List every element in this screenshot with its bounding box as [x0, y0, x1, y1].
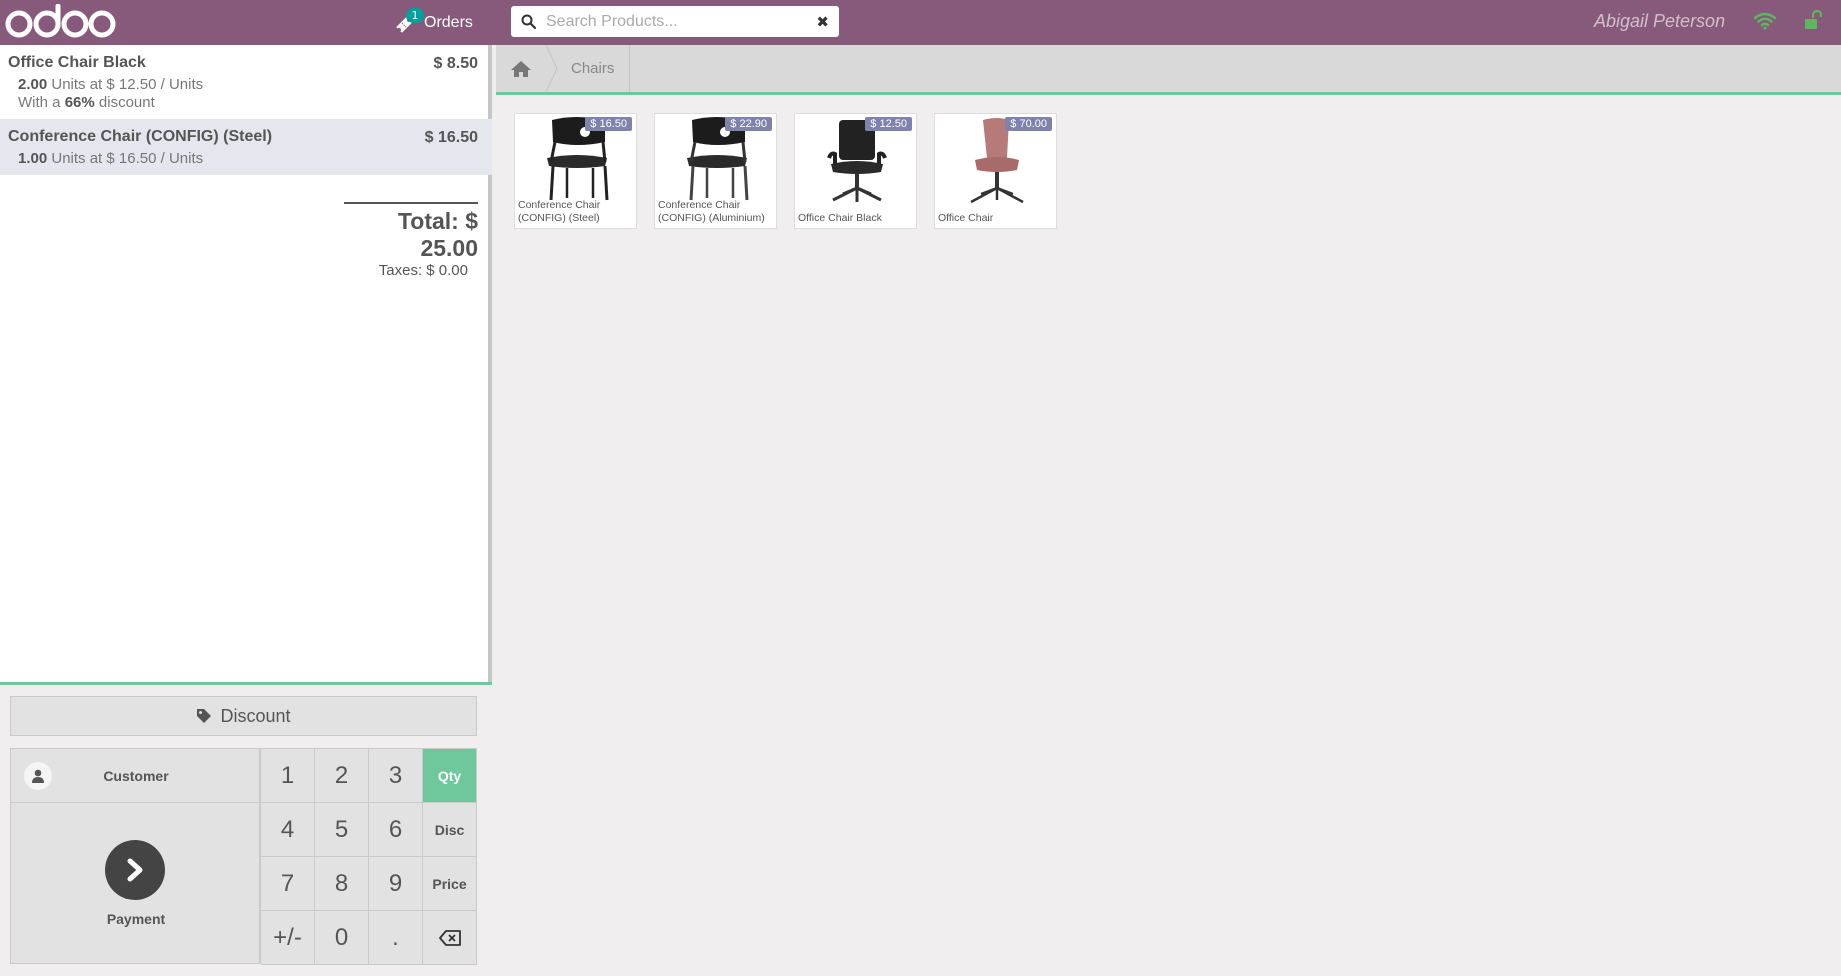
order-line-qty: 1.00	[18, 150, 48, 167]
numpad-key-0[interactable]: 0	[315, 911, 369, 965]
product-name: Office Chair Black	[798, 212, 882, 224]
discount-button[interactable]: Discount	[10, 696, 477, 736]
order-line-qty-info: 1.00 Units at $ 16.50 / Units	[8, 150, 484, 167]
product-card[interactable]: $ 12.50 Office Chair Black	[794, 113, 917, 229]
discount-label: Discount	[220, 705, 291, 726]
product-price: $ 70.00	[1005, 117, 1052, 131]
order-taxes: Taxes: $ 0.00	[378, 262, 468, 279]
product-name: Office Chair	[938, 212, 994, 224]
numpad-key-8[interactable]: 8	[315, 857, 369, 911]
payment-label: Payment	[106, 911, 166, 927]
order-line-name: Conference Chair (CONFIG) (Steel)	[8, 128, 273, 145]
mode-price-button[interactable]: Price	[423, 857, 477, 911]
discount-prefix: With a	[18, 94, 61, 111]
search-box: ✖	[511, 6, 839, 37]
numpad-key-dot[interactable]: .	[369, 911, 423, 965]
products-pane: Chairs $ 16.50 Conference Chair (CONFIG)…	[496, 45, 1841, 976]
numpad-key-plus-minus[interactable]: +/-	[261, 911, 315, 965]
wifi-icon[interactable]	[1754, 12, 1776, 30]
order-line-qty: 2.00	[18, 76, 48, 93]
product-name: Conference Chair (CONFIG) (Steel)	[518, 199, 601, 224]
numpad-key-3[interactable]: 3	[369, 749, 423, 803]
orders-label: Orders	[424, 14, 473, 31]
product-price: $ 22.90	[725, 117, 772, 131]
order-line-price: $ 8.50	[433, 55, 478, 72]
order-line[interactable]: Office Chair Black $ 8.50 2.00 Units at …	[0, 45, 492, 119]
orders-button[interactable]: 1 Orders	[394, 8, 473, 37]
control-pad: Discount Customer Payment 1 2 3 Qty 4 5 …	[0, 682, 492, 976]
numpad-key-5[interactable]: 5	[315, 803, 369, 857]
mode-disc-button[interactable]: Disc	[423, 803, 477, 857]
breadcrumb: Chairs	[496, 45, 1841, 95]
customer-button[interactable]: Customer	[11, 749, 261, 803]
orders-count-badge: 1	[406, 8, 424, 23]
order-pane: Office Chair Black $ 8.50 2.00 Units at …	[0, 45, 492, 976]
product-card[interactable]: $ 16.50 Conference Chair (CONFIG) (Steel…	[514, 113, 637, 229]
numpad: 1 2 3 Qty 4 5 6 Disc 7 8 9 Price +/- 0 .	[260, 748, 477, 965]
order-line-name: Office Chair Black	[8, 54, 146, 71]
backspace-icon	[438, 929, 461, 946]
numpad-key-1[interactable]: 1	[261, 749, 315, 803]
ticket-icon: 1	[394, 8, 424, 34]
discount-value: 66%	[64, 94, 95, 111]
order-total: Total: $ 25.00	[397, 208, 478, 261]
order-summary: Total: $ 25.00 Taxes: $ 0.00	[344, 202, 478, 279]
numpad-key-6[interactable]: 6	[369, 803, 423, 857]
numpad-key-4[interactable]: 4	[261, 803, 315, 857]
breadcrumb-category[interactable]: Chairs	[556, 45, 631, 92]
unlock-icon[interactable]	[1804, 10, 1822, 30]
cashier-name[interactable]: Abigail Peterson	[1594, 11, 1725, 32]
tag-icon	[197, 709, 212, 723]
order-line-price: $ 16.50	[424, 129, 478, 146]
backspace-button[interactable]	[423, 911, 477, 965]
payment-button[interactable]: Payment	[11, 803, 261, 964]
product-card[interactable]: $ 22.90 Conference Chair (CONFIG) (Alumi…	[654, 113, 777, 229]
product-price: $ 12.50	[865, 117, 912, 131]
chevron-right-icon	[105, 840, 165, 900]
top-bar: 1 Orders ✖ Abigail Peterson	[0, 0, 1841, 45]
search-input[interactable]	[546, 12, 817, 31]
numpad-key-9[interactable]: 9	[369, 857, 423, 911]
order-line-selected[interactable]: Conference Chair (CONFIG) (Steel) $ 16.5…	[0, 119, 492, 175]
clear-search-icon[interactable]: ✖	[816, 13, 829, 31]
product-name: Conference Chair (CONFIG) (Aluminium)	[658, 199, 765, 224]
order-line-discount-info: With a 66% discount	[8, 94, 484, 111]
home-icon	[511, 60, 531, 77]
order-line-unit-text: Units at $ 12.50 / Units	[51, 76, 204, 93]
product-price: $ 16.50	[585, 117, 632, 131]
numpad-key-7[interactable]: 7	[261, 857, 315, 911]
action-pad: Customer Payment	[10, 748, 261, 964]
mode-qty-button[interactable]: Qty	[423, 749, 477, 803]
order-line-unit-text: Units at $ 16.50 / Units	[51, 150, 204, 167]
discount-suffix: discount	[98, 94, 155, 111]
search-icon	[521, 14, 536, 29]
numpad-key-2[interactable]: 2	[315, 749, 369, 803]
customer-label: Customer	[103, 767, 169, 784]
order-line-qty-info: 2.00 Units at $ 12.50 / Units	[8, 76, 484, 93]
odoo-logo	[5, 4, 116, 38]
product-card[interactable]: $ 70.00 Office Chair	[934, 113, 1057, 229]
breadcrumb-home[interactable]	[496, 45, 546, 92]
order-lines: Office Chair Black $ 8.50 2.00 Units at …	[0, 45, 492, 681]
